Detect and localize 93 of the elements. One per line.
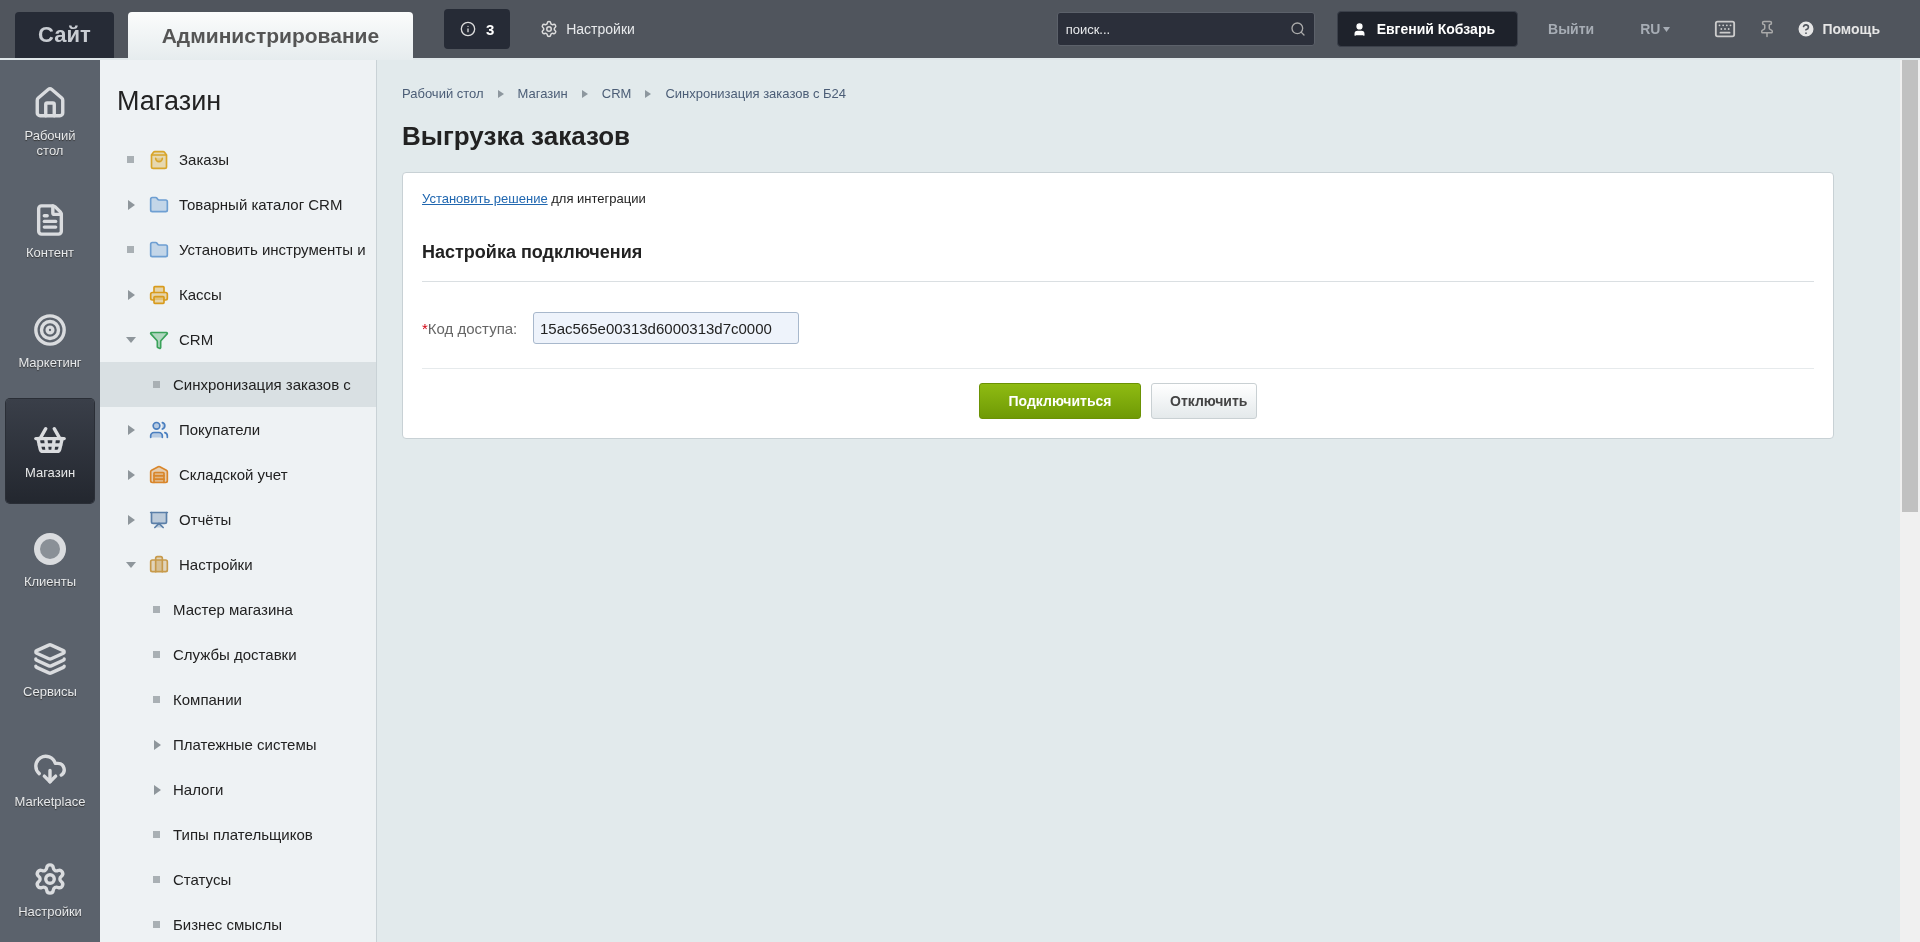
people-icon: [149, 419, 169, 440]
gear-icon: [33, 861, 67, 896]
bullet-icon: [153, 651, 160, 658]
menu-row[interactable]: CRM: [100, 317, 376, 362]
funnel-icon: [149, 329, 169, 350]
menu-row[interactable]: Статусы: [100, 857, 376, 902]
menu-item-label: Платежные системы: [173, 736, 317, 753]
menu-item-label: Компании: [173, 691, 242, 708]
search-field[interactable]: поиск...: [1056, 12, 1315, 46]
menu-item-label: Типы плательщиков: [173, 826, 313, 843]
menu-row[interactable]: Налоги: [100, 767, 376, 812]
menu-row[interactable]: Установить инструменты и: [100, 227, 376, 272]
rail-button[interactable]: Клиенты: [6, 509, 94, 613]
menu-row[interactable]: Товарный каталог CRM: [100, 182, 376, 227]
menu-row[interactable]: Компании: [100, 677, 376, 722]
disconnect-button[interactable]: Отключить: [1151, 383, 1257, 419]
bullet-icon: [153, 381, 160, 388]
search-icon[interactable]: [1289, 21, 1306, 37]
user-button[interactable]: Евгений Кобзарь: [1336, 11, 1519, 47]
menu-item-label: Бизнес смыслы: [173, 916, 283, 933]
menu-row[interactable]: Заказы: [100, 137, 376, 182]
menu-item-label: Покупатели: [179, 421, 261, 438]
breadcrumb-link[interactable]: Магазин: [517, 86, 568, 101]
menu-row[interactable]: Отчёты: [100, 497, 376, 542]
notifications-button[interactable]: 3: [444, 9, 511, 49]
rail-button[interactable]: Рабочий стол: [6, 70, 94, 174]
menu-item-label: Настройки: [179, 556, 253, 573]
menu-item-label: Установить инструменты и: [179, 241, 366, 258]
bullet-icon: [153, 696, 160, 703]
layers-icon: [33, 642, 67, 677]
menu-row[interactable]: Кассы: [100, 272, 376, 317]
settings-link[interactable]: Настройки: [566, 21, 635, 37]
scrollbar[interactable]: [1900, 60, 1920, 942]
menu-row[interactable]: Службы доставки: [100, 632, 376, 677]
top-tab[interactable]: Администрирование: [127, 12, 414, 60]
menu-row[interactable]: Мастер магазина: [100, 587, 376, 632]
menu-item-label: Заказы: [179, 151, 230, 168]
selected-menu-row[interactable]: Синхронизация заказов с: [100, 362, 376, 407]
sidebar-title: Магазин: [116, 85, 223, 118]
rail-button[interactable]: Настройки: [6, 838, 94, 942]
menu-item-label: Товарный каталог CRM: [179, 196, 343, 213]
rail-button[interactable]: Marketplace: [6, 728, 94, 833]
chart-board-icon: [149, 509, 169, 530]
selected-rail-button[interactable]: Магазин: [6, 399, 94, 503]
top-tab[interactable]: Сайт: [15, 12, 114, 58]
keyboard-icon[interactable]: [1714, 18, 1737, 40]
breadcrumb-link[interactable]: CRM: [601, 86, 632, 101]
menu-item-label: Службы доставки: [173, 646, 297, 663]
breadcrumb-link[interactable]: Синхронизация заказов с Б24: [665, 86, 847, 101]
field-label: *Код доступа:: [422, 319, 519, 337]
settings-icon: [540, 20, 559, 38]
folder-icon: [149, 194, 169, 215]
breadcrumb-separator-icon: [645, 89, 652, 98]
help-icon[interactable]: [1796, 19, 1817, 39]
user-icon: [1351, 21, 1367, 37]
notification-count: 3: [486, 20, 495, 38]
bullet-icon: [127, 156, 134, 163]
breadcrumb-separator-icon: [581, 89, 588, 98]
menu-row[interactable]: Платежные системы: [100, 722, 376, 767]
access-code-field[interactable]: 15ac565e00313d6000313d7c0000: [533, 312, 799, 344]
target-icon: [33, 312, 67, 347]
menu-item-label: Налоги: [173, 781, 224, 798]
rail-button[interactable]: Маркетинг: [6, 289, 94, 394]
menu-item-label: Кассы: [179, 286, 222, 303]
bullet-icon: [153, 921, 160, 928]
section-title: Настройка подключения: [422, 242, 1814, 282]
bullet-icon: [127, 246, 134, 253]
help-link[interactable]: Помощь: [1822, 21, 1880, 37]
menu-item-label: Статусы: [173, 871, 232, 888]
menu-item-label: Мастер магазина: [173, 601, 293, 618]
info-icon: [460, 21, 476, 37]
menu-item-label: Складской учет: [179, 466, 288, 483]
menu-row[interactable]: Типы плательщиков: [100, 812, 376, 857]
menu-item-label: Отчёты: [179, 511, 232, 528]
rail-button[interactable]: Сервисы: [6, 618, 94, 723]
bag-icon: [149, 149, 169, 170]
breadcrumb-link[interactable]: Рабочий стол: [402, 86, 484, 101]
folder-icon: [149, 239, 169, 260]
menu-item-label: Синхронизация заказов с: [173, 376, 351, 393]
install-link[interactable]: Установить решение: [422, 191, 548, 206]
intro-text: Установить решение для интеграции: [422, 191, 647, 206]
caret-icon: [1663, 26, 1671, 32]
bullet-icon: [153, 876, 160, 883]
menu-row[interactable]: Настройки: [100, 542, 376, 587]
bullet-icon: [153, 606, 160, 613]
bullet-icon: [153, 831, 160, 838]
menu-item-label: CRM: [179, 331, 214, 348]
breadcrumb-separator-icon: [497, 89, 504, 98]
menu-row[interactable]: Бизнес смыслы: [100, 902, 376, 942]
menu-row[interactable]: Складской учет: [100, 452, 376, 497]
page-title: Выгрузка заказов: [402, 121, 632, 152]
rail-button[interactable]: Контент: [6, 179, 94, 284]
menu-row[interactable]: Покупатели: [100, 407, 376, 452]
